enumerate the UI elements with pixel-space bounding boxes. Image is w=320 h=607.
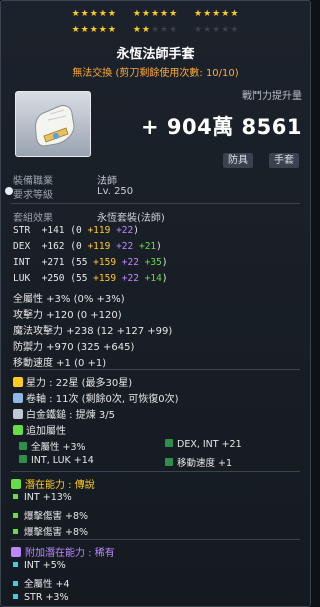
combat-power-label: 戰鬥力提升量	[242, 91, 302, 102]
star-icon-group: ★★★★★	[71, 25, 117, 35]
hammer-icon	[13, 409, 23, 419]
star-force-row-2: ★★★★★ ★★★★★ ★★★★★	[1, 25, 310, 35]
hammer-info: 白金鐵鎚 : 提煉 3/5	[13, 406, 115, 421]
extra-attr-header: 追加屬性	[13, 422, 66, 437]
legendary-icon	[11, 479, 21, 489]
attr-icon	[19, 442, 27, 450]
item-tooltip: ★★★★★ ★★★★★ ★★★★★ ★★★★★ ★★★★★ ★★★★★ 永恆法師…	[0, 0, 311, 607]
star-icon-group: ★★★	[150, 25, 179, 35]
potential-line: INT +13%	[13, 492, 72, 503]
stat-all: 全屬性 +3% (0% +3%)	[13, 294, 125, 305]
bonus-potential-line: STR +3%	[13, 592, 69, 603]
extra-attr-dex-int: DEX, INT +21	[165, 439, 242, 450]
stat-line-int: INT +271 (55 +159 +22 +35)	[13, 257, 168, 268]
stat-line-str: STR +141 (0 +119 +22)	[13, 225, 139, 236]
extra-attr-int-luk: INT, LUK +14	[19, 455, 94, 466]
divider	[11, 369, 300, 370]
level-label: 要求等級	[13, 190, 53, 201]
star-force-row-1: ★★★★★ ★★★★★ ★★★★★	[1, 9, 310, 19]
stat-attack: 攻擊力 +120 (0 +120)	[13, 310, 122, 321]
star-force-info: 星力 : 22星 (最多30星)	[13, 374, 132, 389]
epic-icon	[11, 547, 21, 557]
trade-status: 無法交換 (剪刀剩餘使用次數: 10/10)	[72, 68, 239, 79]
divider	[11, 203, 300, 204]
stat-line-luk: LUK +250 (55 +159 +22 +14)	[13, 273, 168, 284]
set-effect-value: 永恆套裝(法師)	[97, 213, 165, 224]
attr-icon	[165, 458, 173, 466]
star-icon-group: ★★★★★	[132, 9, 179, 19]
job-value: 法師	[97, 176, 117, 187]
attr-icon	[165, 439, 173, 447]
potential-line: 爆擊傷害 +8%	[13, 508, 88, 522]
potential-header: 潛在能力 : 傳說	[11, 476, 95, 491]
set-effect-label: 套組效果	[13, 213, 53, 224]
potential-line: 爆擊傷害 +8%	[13, 524, 88, 538]
scroll-info: 卷軸 : 11次 (剩餘0次, 可恢復0次)	[13, 390, 179, 405]
star-icon-group: ★★★★★	[194, 25, 240, 35]
combat-power-value: + 904萬 8561	[140, 115, 302, 139]
level-value: Lv. 250	[97, 186, 134, 197]
scroll-icon	[13, 393, 23, 403]
stat-line-dex: DEX +162 (0 +119 +22 +21)	[13, 241, 162, 252]
category-tag-armor: 防具	[223, 153, 253, 168]
extra-attr-speed: 移動速度 +1	[165, 455, 232, 469]
job-label: 裝備職業	[13, 176, 53, 187]
bonus-potential-header: 附加潛在能力 : 稀有	[11, 544, 115, 559]
star-icon-group: ★★	[132, 25, 151, 35]
item-name: 永恆法師手套	[116, 47, 195, 62]
bonus-potential-line: INT +5%	[13, 560, 66, 571]
stat-speed: 移動速度 +1 (0 +1)	[13, 358, 107, 369]
star-icon-group: ★★★★★	[194, 9, 240, 19]
star-icon	[13, 377, 23, 387]
glove-icon-svg	[35, 105, 75, 147]
flame-icon	[13, 425, 23, 435]
cursor-icon	[5, 187, 13, 195]
divider	[11, 471, 300, 472]
attr-icon	[19, 455, 27, 463]
category-tag-glove: 手套	[269, 153, 299, 168]
stat-defense: 防禦力 +970 (325 +645)	[13, 342, 135, 353]
stat-magic-attack: 魔法攻擊力 +238 (12 +127 +99)	[13, 326, 173, 337]
divider	[11, 539, 300, 540]
bonus-potential-line: 全屬性 +4	[13, 576, 70, 590]
star-icon-group: ★★★★★	[71, 9, 117, 19]
glove-icon	[15, 91, 91, 157]
extra-attr-all: 全屬性 +3%	[19, 439, 86, 453]
